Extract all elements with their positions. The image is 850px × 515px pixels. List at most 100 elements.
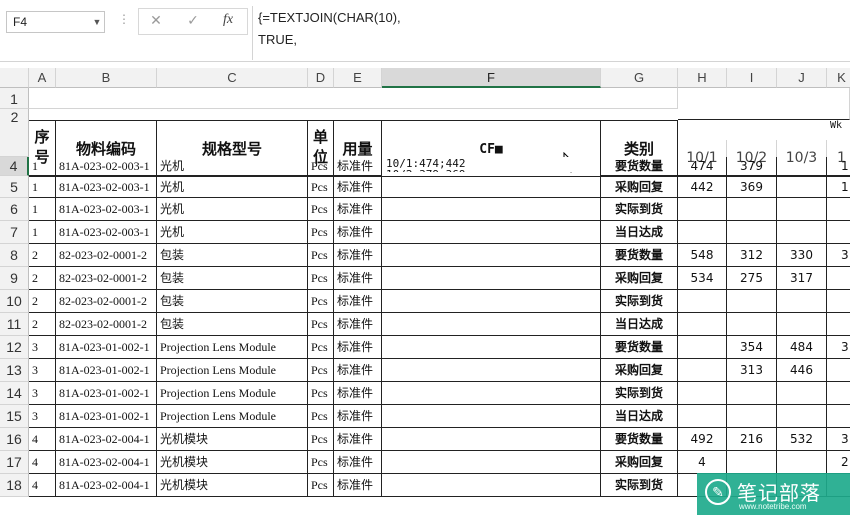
cell-code[interactable]: 81A-023-02-003-1 xyxy=(56,198,157,221)
cell-qty[interactable] xyxy=(727,221,777,244)
cell-qty[interactable] xyxy=(777,198,827,221)
cell-qty[interactable] xyxy=(777,221,827,244)
cell-usage[interactable]: 标准件 xyxy=(334,451,382,474)
cell-cfm[interactable] xyxy=(382,451,601,474)
cell-unit[interactable]: Pcs xyxy=(308,405,334,428)
cell-qty[interactable] xyxy=(678,405,727,428)
cell-qty[interactable] xyxy=(827,290,850,313)
cell-code[interactable]: 81A-023-02-003-1 xyxy=(56,221,157,244)
cell-qty[interactable] xyxy=(678,198,727,221)
cell-qty[interactable]: 4 xyxy=(678,451,727,474)
cell-usage[interactable]: 标准件 xyxy=(334,267,382,290)
cell-category[interactable]: 当日达成 xyxy=(601,313,678,336)
cell-category[interactable]: 采购回复 xyxy=(601,267,678,290)
cell-qty[interactable]: 275 xyxy=(727,267,777,290)
cell-qty[interactable] xyxy=(777,176,827,198)
cell-qty[interactable]: 474 xyxy=(678,157,727,176)
cell-qty[interactable] xyxy=(727,313,777,336)
cell-qty[interactable] xyxy=(678,221,727,244)
cell-qty[interactable]: 313 xyxy=(727,359,777,382)
cell-usage[interactable]: 标准件 xyxy=(334,244,382,267)
cell-seq[interactable]: 1 xyxy=(29,198,56,221)
row-header-15[interactable]: 15 xyxy=(0,405,29,428)
cell-usage[interactable]: 标准件 xyxy=(334,428,382,451)
cell-seq[interactable]: 2 xyxy=(29,313,56,336)
cell-code[interactable]: 81A-023-02-004-1 xyxy=(56,474,157,497)
cell-seq[interactable]: 3 xyxy=(29,359,56,382)
cell-code[interactable]: 81A-023-02-003-1 xyxy=(56,157,157,176)
cell-spec[interactable]: 光机模块 xyxy=(157,428,308,451)
cell-spec[interactable]: 光机 xyxy=(157,176,308,198)
cell-unit[interactable]: Pcs xyxy=(308,313,334,336)
cell-unit[interactable]: Pcs xyxy=(308,359,334,382)
cell-qty[interactable]: 3 xyxy=(827,244,850,267)
cell-usage[interactable]: 标准件 xyxy=(334,382,382,405)
row-header-6[interactable]: 6 xyxy=(0,198,29,221)
cell-category[interactable]: 要货数量 xyxy=(601,336,678,359)
cell-qty[interactable]: 379 xyxy=(727,157,777,176)
cell-code[interactable]: 81A-023-01-002-1 xyxy=(56,359,157,382)
cell-category[interactable]: 采购回复 xyxy=(601,359,678,382)
cell-spec[interactable]: 光机 xyxy=(157,198,308,221)
cell-qty[interactable] xyxy=(727,405,777,428)
cell-cfm[interactable] xyxy=(382,359,601,382)
cell-unit[interactable]: Pcs xyxy=(308,176,334,198)
row-header-14[interactable]: 14 xyxy=(0,382,29,405)
cell-code[interactable]: 82-023-02-0001-2 xyxy=(56,313,157,336)
chevron-down-icon[interactable]: ▼ xyxy=(90,11,104,33)
cell-qty[interactable]: 3 xyxy=(827,428,850,451)
insert-function-icon[interactable]: fx xyxy=(219,12,237,28)
cell-spec[interactable]: Projection Lens Module xyxy=(157,359,308,382)
cell-seq[interactable]: 2 xyxy=(29,267,56,290)
cell-cfm[interactable] xyxy=(382,290,601,313)
cell-seq[interactable]: 1 xyxy=(29,221,56,244)
row-header-4[interactable]: 4 xyxy=(0,157,29,176)
row-header-13[interactable]: 13 xyxy=(0,359,29,382)
cell-qty[interactable] xyxy=(827,221,850,244)
cell-seq[interactable]: 4 xyxy=(29,428,56,451)
cell-spec[interactable]: 包装 xyxy=(157,244,308,267)
cell-qty[interactable] xyxy=(777,382,827,405)
row-header-5[interactable]: 5 xyxy=(0,176,29,198)
cell-category[interactable]: 当日达成 xyxy=(601,405,678,428)
cell-usage[interactable]: 标准件 xyxy=(334,336,382,359)
cell-cfm[interactable] xyxy=(382,244,601,267)
cell-qty[interactable]: 3 xyxy=(827,336,850,359)
cell-cfm[interactable] xyxy=(382,382,601,405)
cell-qty[interactable] xyxy=(727,290,777,313)
cell-qty[interactable]: 484 xyxy=(777,336,827,359)
cell-qty[interactable]: 548 xyxy=(678,244,727,267)
cell-qty[interactable]: 2 xyxy=(827,451,850,474)
column-header-A[interactable]: A xyxy=(29,68,56,88)
cell-qty[interactable] xyxy=(678,359,727,382)
cell-category[interactable]: 要货数量 xyxy=(601,157,678,176)
column-header-F[interactable]: F xyxy=(382,68,601,88)
cell-code[interactable]: 82-023-02-0001-2 xyxy=(56,267,157,290)
drag-handle-icon[interactable]: ⋮ xyxy=(118,12,130,26)
cell-unit[interactable]: Pcs xyxy=(308,290,334,313)
cell-spec[interactable]: 光机模块 xyxy=(157,474,308,497)
cell-cfm[interactable] xyxy=(382,405,601,428)
cell-cfm[interactable] xyxy=(382,221,601,244)
column-header-D[interactable]: D xyxy=(308,68,334,88)
row-header-10[interactable]: 10 xyxy=(0,290,29,313)
cell-qty[interactable] xyxy=(827,267,850,290)
row-header-16[interactable]: 16 xyxy=(0,428,29,451)
cell-cfm[interactable] xyxy=(382,267,601,290)
cell-cfm[interactable] xyxy=(382,198,601,221)
cell-code[interactable]: 81A-023-01-002-1 xyxy=(56,382,157,405)
column-header-J[interactable]: J xyxy=(777,68,827,88)
column-header-C[interactable]: C xyxy=(157,68,308,88)
cell-qty[interactable] xyxy=(727,382,777,405)
cell-qty[interactable] xyxy=(678,336,727,359)
cell-seq[interactable]: 2 xyxy=(29,290,56,313)
cell-qty[interactable] xyxy=(827,359,850,382)
row-header-12[interactable]: 12 xyxy=(0,336,29,359)
cell-code[interactable]: 82-023-02-0001-2 xyxy=(56,290,157,313)
cell-qty[interactable] xyxy=(777,313,827,336)
cell-unit[interactable]: Pcs xyxy=(308,474,334,497)
cell-qty[interactable] xyxy=(777,290,827,313)
cell-qty[interactable]: 534 xyxy=(678,267,727,290)
column-header-G[interactable]: G xyxy=(601,68,678,88)
cell-category[interactable]: 采购回复 xyxy=(601,451,678,474)
